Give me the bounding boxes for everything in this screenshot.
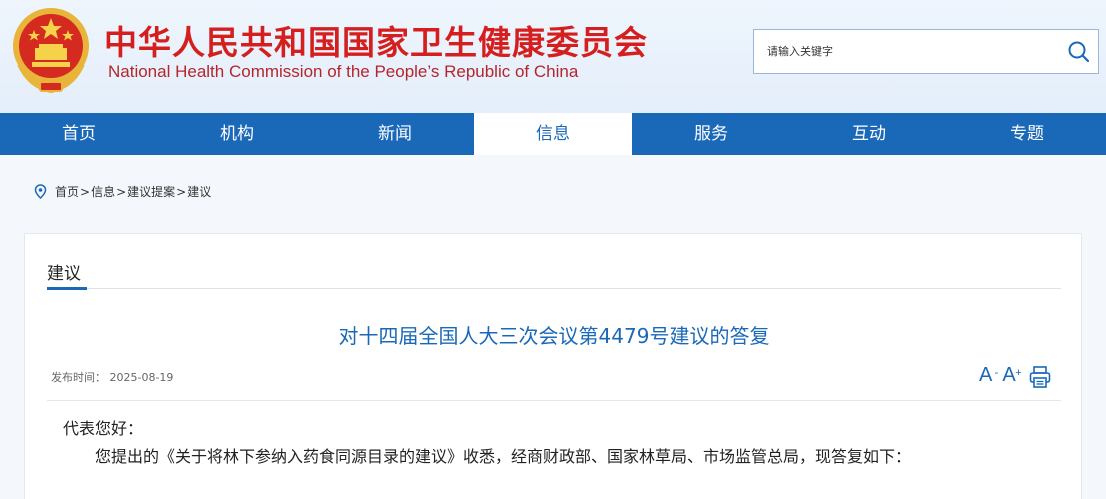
nav-item-organization[interactable]: 机构 — [158, 113, 316, 155]
section-title-underline — [47, 287, 87, 290]
font-decrease-label: A — [979, 364, 993, 386]
breadcrumb: 首页 > 信息 > 建议提案 > 建议 — [34, 183, 211, 200]
font-increase-button[interactable]: A + — [1002, 362, 1021, 388]
breadcrumb-separator: > — [176, 184, 187, 199]
site-title-en[interactable]: National Health Commission of the People… — [108, 62, 578, 82]
font-tools: A- A + — [979, 362, 1052, 389]
breadcrumb-suggestions[interactable]: 建议 — [187, 183, 211, 200]
search-input[interactable] — [754, 30, 1054, 73]
publish-date: 2025-08-19 — [109, 371, 174, 384]
site-title-cn[interactable]: 中华人民共和国国家卫生健康委员会 — [104, 16, 648, 64]
section-title: 建议 — [47, 264, 81, 284]
site-header: 中华人民共和国国家卫生健康委员会 National Health Commiss… — [0, 0, 1106, 113]
nav-item-interaction[interactable]: 互动 — [790, 113, 948, 155]
nav-item-home[interactable]: 首页 — [0, 113, 158, 155]
search-icon[interactable] — [1066, 39, 1092, 65]
font-increase-sup: + — [1015, 367, 1022, 379]
article-paragraph: 您提出的《关于将林下参纳入药食同源目录的建议》收悉，经商财政部、国家林草局、市场… — [95, 447, 912, 466]
location-pin-icon — [34, 184, 47, 199]
font-decrease-button[interactable]: A- — [979, 362, 998, 388]
font-decrease-sup: - — [994, 367, 999, 379]
national-emblem-icon — [13, 8, 89, 94]
nav-item-information[interactable]: 信息 — [474, 113, 632, 155]
publish-label: 发布时间： — [51, 371, 106, 384]
article-body: 代表您好： 您提出的《关于将林下参纳入药食同源目录的建议》收悉，经商财政部、国家… — [63, 415, 1053, 471]
nav-item-services[interactable]: 服务 — [632, 113, 790, 155]
content-card: 建议 对十四届全国人大三次会议第4479号建议的答复 发布时间： 2025-08… — [24, 233, 1082, 499]
article-title: 对十四届全国人大三次会议第4479号建议的答复 — [338, 324, 770, 348]
breadcrumb-home[interactable]: 首页 — [55, 183, 79, 200]
meta-divider — [47, 400, 1061, 401]
nav-item-news[interactable]: 新闻 — [316, 113, 474, 155]
breadcrumb-separator: > — [116, 184, 127, 199]
nav-item-topics[interactable]: 专题 — [948, 113, 1106, 155]
breadcrumb-separator: > — [80, 184, 91, 199]
font-increase-label: A — [1002, 364, 1016, 386]
breadcrumb-information[interactable]: 信息 — [91, 183, 115, 200]
print-icon[interactable] — [1028, 365, 1052, 389]
breadcrumb-proposals[interactable]: 建议提案 — [127, 183, 175, 200]
article-greeting: 代表您好： — [63, 419, 144, 438]
section-divider — [47, 288, 1061, 289]
publish-info: 发布时间： 2025-08-19 — [51, 369, 173, 385]
search-box — [753, 29, 1099, 74]
main-nav: 首页 机构 新闻 信息 服务 互动 专题 — [0, 113, 1106, 155]
